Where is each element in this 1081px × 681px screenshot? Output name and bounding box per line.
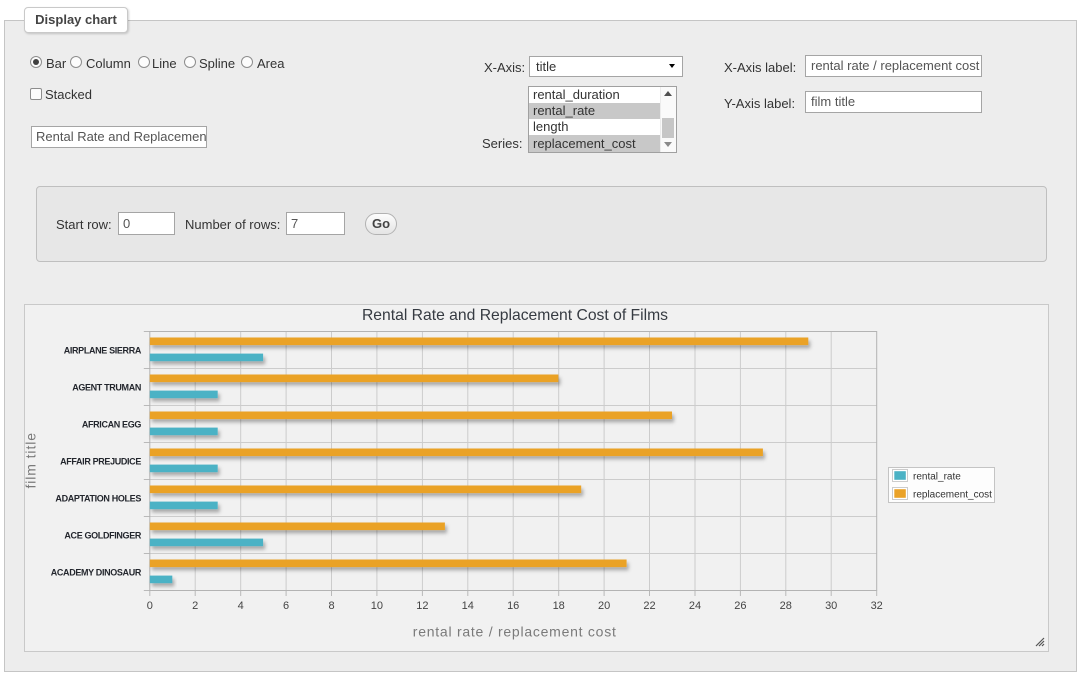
svg-text:replacement_cost: replacement_cost bbox=[913, 489, 992, 500]
svg-text:AFRICAN EGG: AFRICAN EGG bbox=[82, 420, 141, 430]
svg-text:ADAPTATION HOLES: ADAPTATION HOLES bbox=[55, 494, 141, 504]
svg-text:AGENT TRUMAN: AGENT TRUMAN bbox=[72, 383, 141, 393]
svg-text:16: 16 bbox=[507, 600, 519, 612]
svg-text:film title: film title bbox=[25, 432, 39, 488]
svg-text:2: 2 bbox=[192, 600, 198, 612]
svg-text:AFFAIR PREJUDICE: AFFAIR PREJUDICE bbox=[60, 457, 141, 467]
svg-text:4: 4 bbox=[238, 600, 244, 612]
svg-text:6: 6 bbox=[283, 600, 289, 612]
svg-text:22: 22 bbox=[643, 600, 655, 612]
svg-text:ACADEMY DINOSAUR: ACADEMY DINOSAUR bbox=[51, 568, 142, 578]
svg-text:ACE GOLDFINGER: ACE GOLDFINGER bbox=[64, 531, 141, 541]
svg-text:AIRPLANE SIERRA: AIRPLANE SIERRA bbox=[64, 346, 142, 356]
svg-text:8: 8 bbox=[328, 600, 334, 612]
svg-text:18: 18 bbox=[553, 600, 565, 612]
svg-text:14: 14 bbox=[462, 600, 474, 612]
svg-text:0: 0 bbox=[147, 600, 153, 612]
svg-text:10: 10 bbox=[371, 600, 383, 612]
svg-text:Rental Rate and Replacement Co: Rental Rate and Replacement Cost of Film… bbox=[362, 307, 668, 324]
svg-text:20: 20 bbox=[598, 600, 610, 612]
svg-text:32: 32 bbox=[871, 600, 883, 612]
svg-text:12: 12 bbox=[416, 600, 428, 612]
svg-text:26: 26 bbox=[734, 600, 746, 612]
svg-text:30: 30 bbox=[825, 600, 837, 612]
svg-text:rental_rate: rental_rate bbox=[913, 471, 961, 482]
svg-text:24: 24 bbox=[689, 600, 701, 612]
svg-text:28: 28 bbox=[780, 600, 792, 612]
svg-text:rental rate / replacement cost: rental rate / replacement cost bbox=[413, 623, 617, 639]
